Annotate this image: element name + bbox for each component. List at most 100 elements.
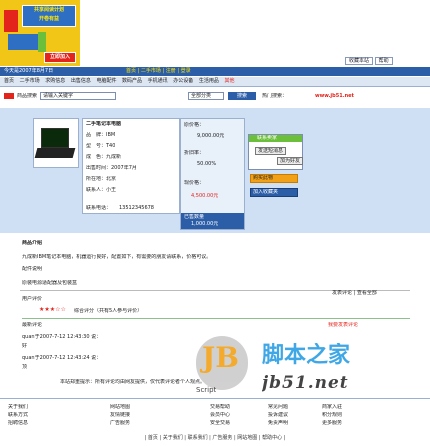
rating-stars: ★★★☆☆ [39,307,66,313]
footer-link[interactable]: 关于我们 [8,404,58,410]
comment-links[interactable]: 发表评论 | 查看全部 [332,290,377,296]
nav-item[interactable]: 生活用品 [199,77,219,86]
info-row: 成 色：九成新 [86,154,122,160]
footer-divider [0,398,430,399]
send-message-button[interactable]: 发送短消息 [255,147,287,155]
footer-column: 关于我们 联系方式 招聘信息 [8,404,58,428]
add-favorite-button[interactable]: 加入收藏夹 [250,188,298,197]
nav-item[interactable]: 求购信息 [45,77,65,86]
laptop-base-icon [34,148,76,158]
nav-item[interactable]: 出售信息 [71,77,91,86]
search-icon [4,93,14,99]
footer-link[interactable]: 网站地图 [110,404,160,410]
search-button[interactable]: 搜索 [228,92,256,100]
footer-link[interactable]: 友情链接 [110,412,160,418]
phone-label: 联系电话： [86,205,112,211]
footer-link[interactable]: 免责声明 [268,420,318,426]
favorite-link[interactable]: 收藏本站 [345,57,374,65]
footer-link[interactable]: 商家入驻 [322,404,372,410]
info-row: 所在地：北京 [86,176,117,182]
date-text: 今天是2007年8月7日 [4,68,54,74]
price-label: 已售数量 [184,214,205,220]
footer-link[interactable]: 投诉建议 [268,412,318,418]
divider-strip [0,108,430,116]
watermark-script: Script [196,386,217,394]
price-value: 1,000.00元 [191,221,219,227]
promo-banner[interactable]: 共享阅读计划 开卷有益 立即加入 [0,0,80,66]
divider [22,318,410,319]
footer-link[interactable]: 会员中心 [210,412,260,418]
books-icon [8,34,38,50]
price-value: 4,500.00元 [191,193,219,199]
laptop-screen-icon [41,128,69,148]
footer-link[interactable]: 广告服务 [110,420,160,426]
comment-header: quan于2007-7-12 12:43:24 说： [22,355,102,361]
top-links: 收藏本站 帮助 [345,57,425,66]
price-value: 9,000.00元 [197,133,225,139]
hot-search-label: 热门搜索： [262,93,288,99]
footer-column: 商家入驻 积分规则 更多服务 [322,404,372,428]
price-label: 折旧率： [184,150,205,156]
category-select[interactable]: 全部分类 [188,92,224,100]
footer-link[interactable]: 积分规则 [322,412,372,418]
banner-title: 共享阅读计划 开卷有益 [22,5,76,27]
comment-body: 顶 [22,364,28,370]
footer-link[interactable]: 安全交易 [210,420,260,426]
nav-item[interactable]: 首页 [4,77,14,86]
write-review-link[interactable]: 我要发表评论 [328,322,358,328]
search-label: 商品搜索 [17,93,38,99]
footer-nav[interactable]: | 首页 | 关于我们 | 联系我们 | 广告服务 | 网站地图 | 帮助中心 … [0,434,430,443]
nav-item[interactable]: 二手市场 [20,77,40,86]
price-value: 50.00% [197,161,217,167]
comment-header: quan于2007-7-12 12:43:30 说： [22,334,102,340]
comment-notice: 本站郑重提示：所有评论均由网友提供，仅代表评论者个人观点。 [60,379,206,385]
reviews-heading: 最新评论 [22,322,43,328]
comment-body: 好 [22,343,28,349]
details-text: 九成新IBM笔记本电脑，机器运行良好，配置如下，有需要的朋友请联系，价格可议。 [22,254,212,260]
details-accessories: 原装电源适配器及包装盒 [22,280,78,286]
price-label: 现价格： [184,180,205,186]
top-nav-links[interactable]: 首页 | 二手市场 | 注册 | 登录 [126,67,191,76]
watermark-name: 脚本之家 [262,343,351,368]
phone-value: 13512345678 [119,205,154,211]
details-subheading: 配件说明 [22,266,43,272]
search-input[interactable]: 请输入关键字 [40,92,116,100]
footer-column: 网站地图 友情链接 广告服务 [110,404,160,428]
details-heading: 商品介绍 [22,240,43,246]
banner-button[interactable]: 立即加入 [44,52,76,63]
add-friend-button[interactable]: 加为好友 [277,157,304,165]
nav-item[interactable]: 手机通讯 [148,77,168,86]
rating-text: 综合评分（共有5人参与评价） [74,308,143,314]
gift-icon [4,10,18,32]
info-row: 型 号：T40 [86,143,116,149]
watermark-logo: JB [196,336,248,390]
footer-link[interactable]: 联系方式 [8,412,58,418]
book-spine-icon [38,32,46,52]
page-root: 共享阅读计划 开卷有益 立即加入 收藏本站 帮助 今天是2007年8月7日 首页… [0,0,430,446]
footer-link[interactable]: 常见问题 [268,404,318,410]
price-label: 原价格： [184,122,205,128]
product-title: 二手笔记本电脑 [86,121,122,127]
nav-item[interactable]: 其他 [224,77,234,86]
contact-box-title: 联系卖家 [249,135,302,142]
product-info-table: 二手笔记本电脑 品 牌：IBM 型 号：T40 成 色：九成新 出售时间：200… [82,118,180,214]
footer-link[interactable]: 交易帮助 [210,404,260,410]
footer-column: 交易帮助 会员中心 安全交易 [210,404,260,428]
nav-item[interactable]: 电脑配件 [96,77,116,86]
footer-link[interactable]: 招聘信息 [8,420,58,426]
top-nav-bar: 今天是2007年8月7日 首页 | 二手市场 | 注册 | 登录 [0,67,430,76]
nav-item[interactable]: 办公设备 [173,77,193,86]
info-row: 联系人：小王 [86,187,117,193]
watermark-url: jb51.net [262,373,349,393]
footer-link[interactable]: 更多服务 [322,420,372,426]
hot-search-url[interactable]: www.jb51.net [315,93,354,99]
nav-item[interactable]: 数码产品 [122,77,142,86]
info-row: 出售时间：2007年7月 [86,165,137,171]
buy-button[interactable]: 购买此物 [250,174,298,183]
info-row: 品 牌：IBM [86,132,116,138]
rating-label: 用户评价 [22,296,43,302]
footer-column: 常见问题 投诉建议 免责声明 [268,404,318,428]
help-link[interactable]: 帮助 [374,57,393,65]
sold-count-box: 已售数量 1,000.00元 [181,213,244,229]
contact-box: 联系卖家 发送短消息 加为好友 [248,134,304,170]
